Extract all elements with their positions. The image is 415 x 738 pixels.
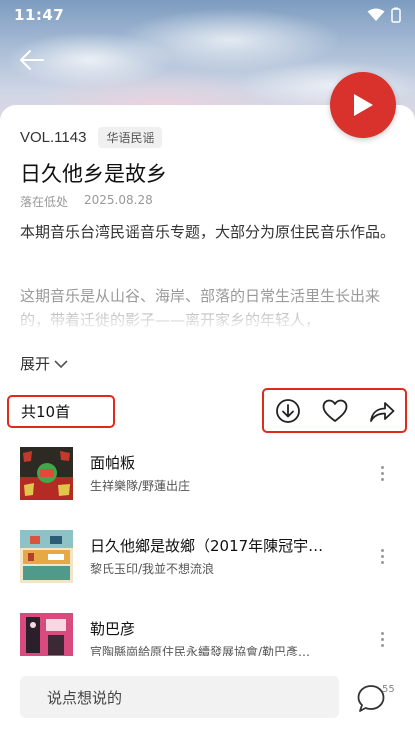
- meta-row: 落在低处 2025.08.28: [20, 193, 153, 210]
- album-title: 日久他乡是故乡: [20, 162, 167, 186]
- track-count-label: 共10首: [21, 403, 71, 421]
- list-item[interactable]: 面帕粄 生祥樂隊/野蓮出庄: [0, 447, 415, 507]
- album-cover-1: [20, 447, 73, 500]
- heart-icon[interactable]: [322, 399, 348, 423]
- status-time: 11:47: [14, 6, 65, 24]
- more-options-button[interactable]: [372, 544, 392, 568]
- wifi-icon: [367, 8, 385, 21]
- track-count: 共10首: [7, 395, 115, 428]
- expand-button[interactable]: 展开: [20, 353, 68, 374]
- track-title: 勒巴彦: [90, 620, 136, 638]
- publish-date: 2025.08.28: [84, 193, 153, 207]
- status-icons: [367, 7, 401, 23]
- back-button[interactable]: [16, 46, 48, 74]
- track-artist: 黎氏玉印/我並不想流浪: [90, 562, 215, 576]
- track-title: 日久他鄉是故鄉（2017年陳冠宇…: [90, 537, 324, 555]
- chevron-down-icon: [54, 359, 68, 368]
- comment-input[interactable]: 说点想说的: [20, 676, 339, 718]
- vol-number: VOL.1143: [20, 129, 87, 146]
- track-title: 面帕粄: [90, 454, 136, 472]
- list-item[interactable]: 日久他鄉是故鄉（2017年陳冠宇… 黎氏玉印/我並不想流浪: [0, 530, 415, 590]
- track-artist: 生祥樂隊/野蓮出庄: [90, 479, 191, 493]
- back-arrow-icon: [20, 50, 44, 70]
- more-options-button[interactable]: [372, 461, 392, 485]
- expand-label: 展开: [20, 355, 51, 373]
- genre-tag[interactable]: 华语民谣: [98, 127, 163, 148]
- bottom-bar: 说点想说的 55: [0, 656, 415, 738]
- battery-icon: [391, 7, 401, 23]
- play-button[interactable]: [330, 72, 396, 138]
- comment-count: 55: [382, 684, 395, 695]
- author-name[interactable]: 落在低处: [20, 193, 68, 210]
- more-options-button[interactable]: [372, 627, 392, 651]
- play-icon: [354, 94, 373, 116]
- share-icon[interactable]: [369, 399, 395, 423]
- vol-row: VOL.1143 华语民谣: [20, 127, 163, 148]
- description-fade: [0, 300, 415, 332]
- download-icon[interactable]: [275, 398, 301, 424]
- album-cover-2: [20, 530, 73, 583]
- comment-placeholder: 说点想说的: [47, 688, 123, 707]
- list-actions: [262, 388, 407, 433]
- status-bar: 11:47: [0, 0, 415, 30]
- description-paragraph-1: 本期音乐台湾民谣音乐专题，大部分为原住民音乐作品。: [20, 223, 396, 241]
